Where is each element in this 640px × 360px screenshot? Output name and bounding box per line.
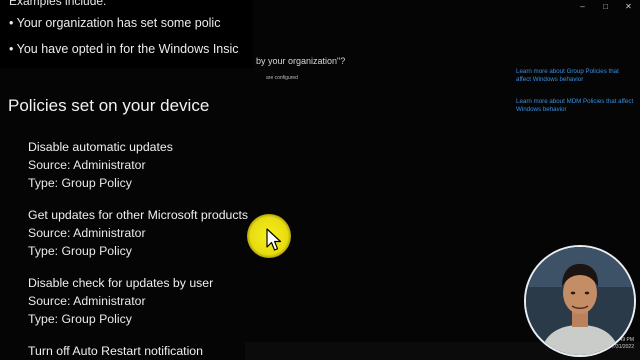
list-item: Turn off Auto Restart notification xyxy=(28,342,248,360)
policy-type: Type: Group Policy xyxy=(28,176,132,190)
presenter-avatar xyxy=(526,247,634,355)
policy-source: Source: Administrator xyxy=(28,158,146,172)
policy-name: Turn off Auto Restart notification xyxy=(28,344,203,358)
group-policies-link[interactable]: Learn more about Group Policies that aff… xyxy=(516,68,634,84)
policy-list: Disable automatic updates Source: Admini… xyxy=(28,138,248,360)
policy-type: Type: Group Policy xyxy=(28,312,132,326)
close-button[interactable]: ✕ xyxy=(617,0,640,14)
list-item: Get updates for other Microsoft products… xyxy=(28,206,248,260)
background-configured-note: are configured xyxy=(266,75,298,81)
policy-source: Source: Administrator xyxy=(28,226,146,240)
page-title: Policies set on your device xyxy=(8,96,210,115)
screen: – □ ✕ by your organization"? are configu… xyxy=(0,0,640,360)
bullet-insider-program: • You have opted in for the Windows Insi… xyxy=(9,42,239,56)
zoomed-text-panel: Examples include: • Your organization ha… xyxy=(0,0,253,68)
list-item: Disable automatic updates Source: Admini… xyxy=(28,138,248,192)
window-controls: – □ ✕ xyxy=(571,0,640,14)
policy-name: Disable automatic updates xyxy=(28,140,173,154)
mdm-policies-link[interactable]: Learn more about MDM Policies that affec… xyxy=(516,98,634,114)
background-question-text: by your organization"? xyxy=(256,56,346,66)
minimize-button[interactable]: – xyxy=(571,0,594,14)
policy-name: Disable check for updates by user xyxy=(28,276,214,290)
clock-date: 7/31/2022 xyxy=(611,344,634,350)
policy-source: Source: Administrator xyxy=(28,294,146,308)
related-links: Learn more about Group Policies that aff… xyxy=(516,68,634,128)
bullet-organization-policy: • Your organization has set some polic xyxy=(9,16,221,30)
maximize-button[interactable]: □ xyxy=(594,0,617,14)
examples-heading: Examples include: xyxy=(9,0,107,8)
policy-name: Get updates for other Microsoft products xyxy=(28,208,249,222)
mouse-pointer-icon xyxy=(266,228,282,251)
webcam-overlay xyxy=(524,245,636,357)
list-item: Disable check for updates by user Source… xyxy=(28,274,248,328)
policy-type: Type: Group Policy xyxy=(28,244,132,258)
